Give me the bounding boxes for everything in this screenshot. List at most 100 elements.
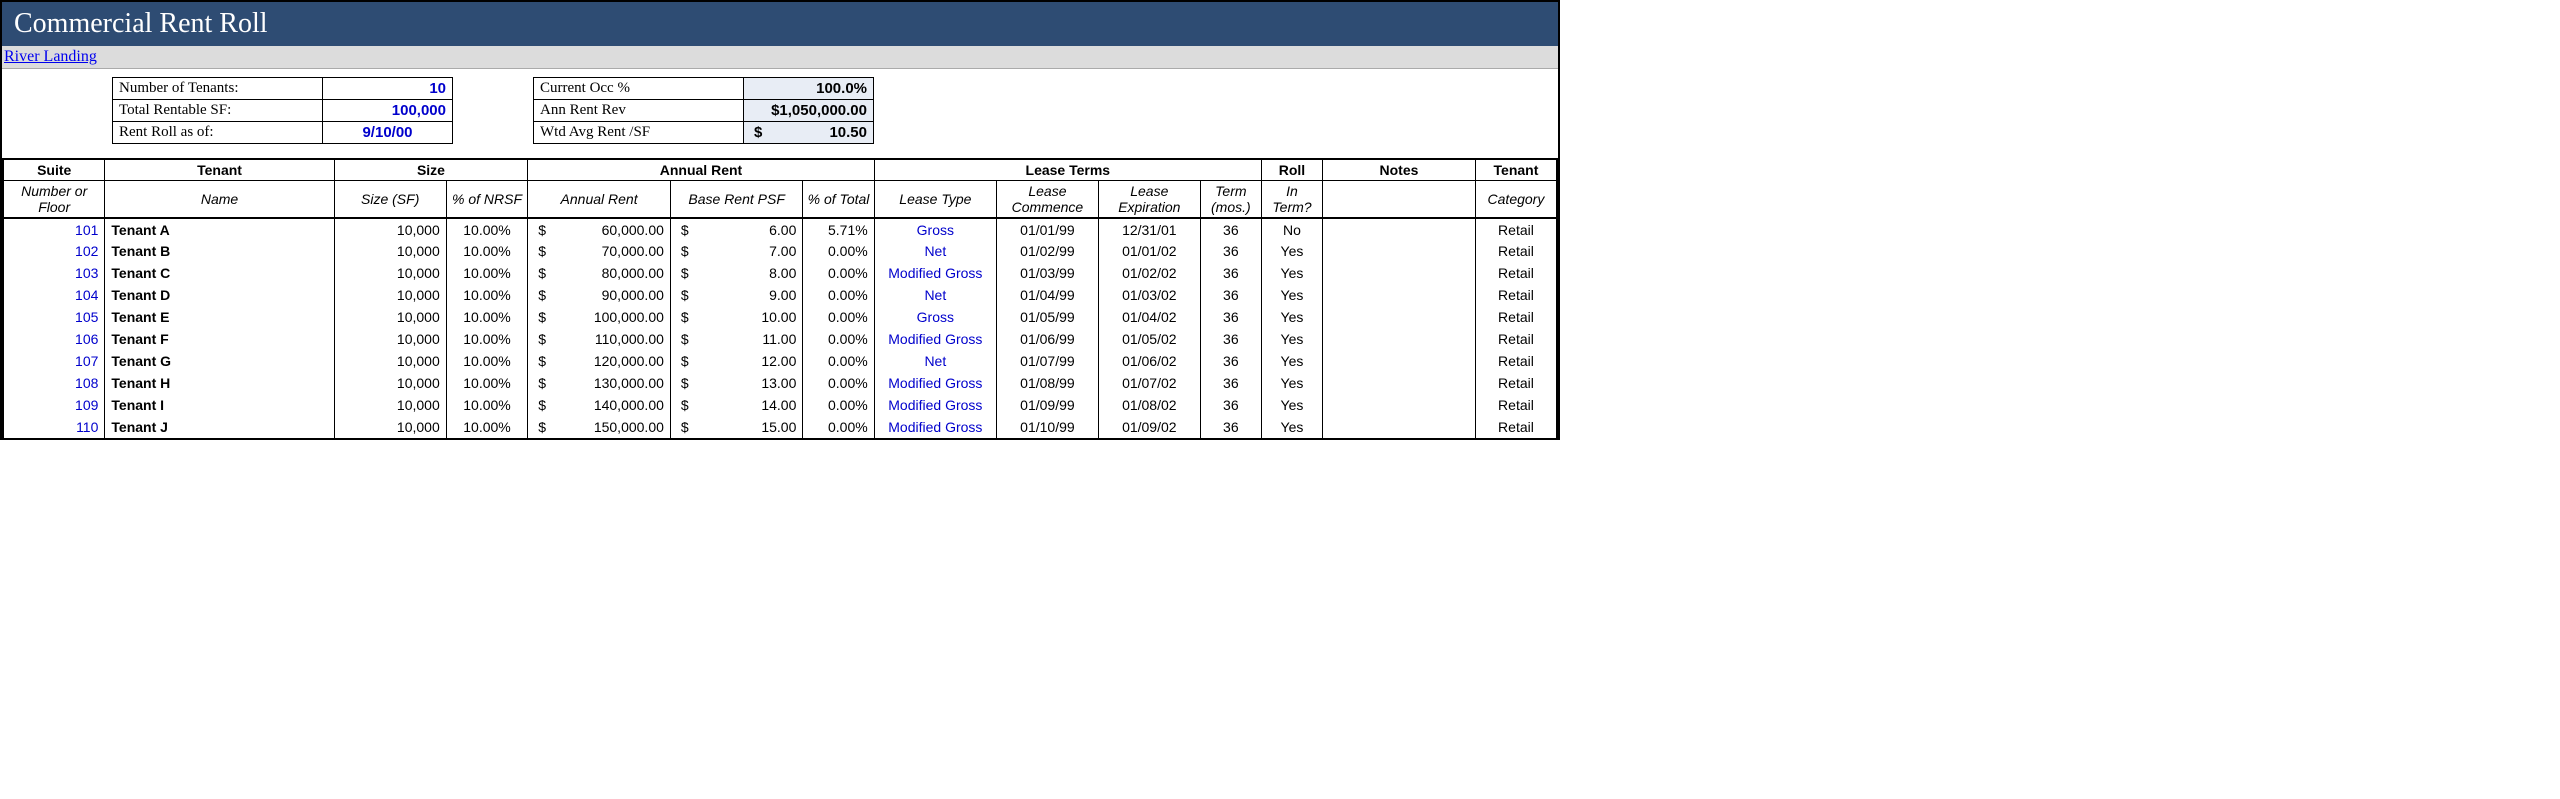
sub-tenant: Name: [105, 181, 334, 219]
occ-label: Current Occ %: [534, 78, 744, 100]
cell-expiration: 01/02/02: [1098, 262, 1200, 284]
cell-rent: $80,000.00: [528, 262, 671, 284]
cell-ltype: Modified Gross: [874, 262, 996, 284]
cell-category: Retail: [1475, 416, 1557, 438]
cell-expiration: 01/04/02: [1098, 306, 1200, 328]
cell-suite: 109: [3, 394, 105, 416]
cell-nrsf: 10.00%: [446, 262, 528, 284]
sub-comm: Lease Commence: [996, 181, 1098, 219]
cell-expiration: 01/03/02: [1098, 284, 1200, 306]
cell-notes: [1323, 262, 1476, 284]
cell-roll: Yes: [1261, 350, 1322, 372]
sub-exp: Lease Expiration: [1098, 181, 1200, 219]
sub-cat: Category: [1475, 181, 1557, 219]
hdr-cat: Tenant: [1475, 159, 1557, 181]
sub-term: Term (mos.): [1200, 181, 1261, 219]
cell-notes: [1323, 328, 1476, 350]
cell-size: 10,000: [334, 328, 446, 350]
cell-rent: $140,000.00: [528, 394, 671, 416]
rev-label: Ann Rent Rev: [534, 100, 744, 122]
cell-psf: $15.00: [670, 416, 802, 438]
cell-ltype: Modified Gross: [874, 372, 996, 394]
cell-commence: 01/10/99: [996, 416, 1098, 438]
header-sub-row: Number or Floor Name Size (SF) % of NRSF…: [3, 181, 1557, 219]
cell-commence: 01/04/99: [996, 284, 1098, 306]
cell-rent: $90,000.00: [528, 284, 671, 306]
sub-pct: % of Total: [803, 181, 874, 219]
total-sf-label: Total Rentable SF:: [113, 100, 323, 122]
cell-rent: $60,000.00: [528, 218, 671, 240]
cell-notes: [1323, 372, 1476, 394]
cell-category: Retail: [1475, 240, 1557, 262]
hdr-rent: Annual Rent: [528, 159, 874, 181]
property-link[interactable]: River Landing: [4, 48, 97, 65]
cell-nrsf: 10.00%: [446, 416, 528, 438]
cell-expiration: 01/09/02: [1098, 416, 1200, 438]
cell-roll: No: [1261, 218, 1322, 240]
cell-psf: $8.00: [670, 262, 802, 284]
cell-category: Retail: [1475, 284, 1557, 306]
num-tenants-label: Number of Tenants:: [113, 78, 323, 100]
cell-rent: $150,000.00: [528, 416, 671, 438]
cell-size: 10,000: [334, 284, 446, 306]
cell-expiration: 01/01/02: [1098, 240, 1200, 262]
cell-pct: 0.00%: [803, 240, 874, 262]
cell-category: Retail: [1475, 372, 1557, 394]
cell-roll: Yes: [1261, 306, 1322, 328]
cell-suite: 105: [3, 306, 105, 328]
cell-suite: 104: [3, 284, 105, 306]
cell-rent: $70,000.00: [528, 240, 671, 262]
cell-nrsf: 10.00%: [446, 240, 528, 262]
cell-tenant: Tenant B: [105, 240, 334, 262]
cell-roll: Yes: [1261, 240, 1322, 262]
table-row: 107Tenant G10,00010.00%$120,000.00$12.00…: [3, 350, 1557, 372]
table-row: 101Tenant A10,00010.00%$60,000.00$6.005.…: [3, 218, 1557, 240]
cell-rent: $110,000.00: [528, 328, 671, 350]
cell-suite: 101: [3, 218, 105, 240]
cell-category: Retail: [1475, 328, 1557, 350]
cell-size: 10,000: [334, 394, 446, 416]
sub-ltype: Lease Type: [874, 181, 996, 219]
cell-term: 36: [1200, 372, 1261, 394]
cell-size: 10,000: [334, 262, 446, 284]
cell-roll: Yes: [1261, 394, 1322, 416]
page-title: Commercial Rent Roll: [2, 2, 1558, 46]
cell-size: 10,000: [334, 218, 446, 240]
cell-suite: 102: [3, 240, 105, 262]
hdr-tenant: Tenant: [105, 159, 334, 181]
header-group-row: Suite Tenant Size Annual Rent Lease Term…: [3, 159, 1557, 181]
cell-tenant: Tenant F: [105, 328, 334, 350]
cell-roll: Yes: [1261, 262, 1322, 284]
cell-notes: [1323, 350, 1476, 372]
cell-term: 36: [1200, 306, 1261, 328]
cell-expiration: 01/05/02: [1098, 328, 1200, 350]
avg-label: Wtd Avg Rent /SF: [534, 122, 744, 144]
cell-ltype: Gross: [874, 218, 996, 240]
cell-psf: $10.00: [670, 306, 802, 328]
cell-expiration: 01/06/02: [1098, 350, 1200, 372]
cell-term: 36: [1200, 262, 1261, 284]
cell-tenant: Tenant H: [105, 372, 334, 394]
cell-term: 36: [1200, 328, 1261, 350]
cell-suite: 106: [3, 328, 105, 350]
rent-roll-sheet: Commercial Rent Roll River Landing Numbe…: [0, 0, 1560, 440]
cell-psf: $12.00: [670, 350, 802, 372]
summary-right: Current Occ % 100.0% Ann Rent Rev $1,050…: [533, 77, 874, 144]
cell-commence: 01/09/99: [996, 394, 1098, 416]
table-row: 109Tenant I10,00010.00%$140,000.00$14.00…: [3, 394, 1557, 416]
cell-pct: 0.00%: [803, 394, 874, 416]
cell-tenant: Tenant A: [105, 218, 334, 240]
cell-size: 10,000: [334, 416, 446, 438]
cell-expiration: 01/07/02: [1098, 372, 1200, 394]
cell-psf: $9.00: [670, 284, 802, 306]
num-tenants-value: 10: [323, 78, 453, 100]
cell-notes: [1323, 240, 1476, 262]
cell-pct: 0.00%: [803, 416, 874, 438]
table-row: 105Tenant E10,00010.00%$100,000.00$10.00…: [3, 306, 1557, 328]
cell-ltype: Net: [874, 284, 996, 306]
cell-suite: 107: [3, 350, 105, 372]
hdr-lease: Lease Terms: [874, 159, 1261, 181]
cell-term: 36: [1200, 218, 1261, 240]
cell-ltype: Net: [874, 350, 996, 372]
hdr-suite: Suite: [3, 159, 105, 181]
